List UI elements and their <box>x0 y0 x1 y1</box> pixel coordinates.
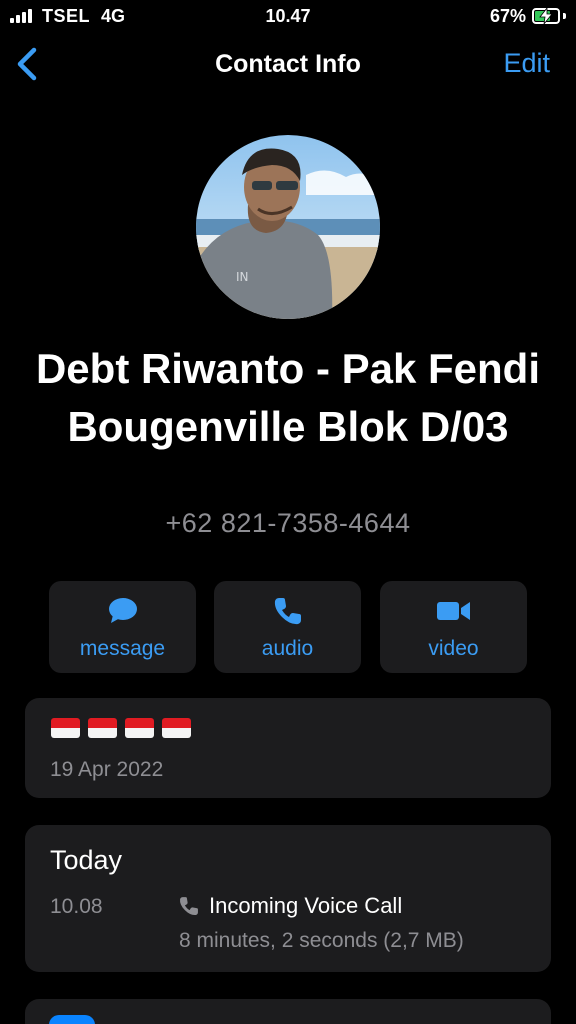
indonesia-flag-icon <box>162 718 191 738</box>
battery-cap <box>563 13 566 19</box>
profile-photo: IN <box>196 135 380 319</box>
phone-icon <box>274 598 301 625</box>
video-label: video <box>428 637 479 660</box>
page-title: Contact Info <box>215 50 361 78</box>
battery-percent: 67% <box>489 6 526 26</box>
charging-bolt-icon <box>539 8 553 24</box>
audio-call-button[interactable]: audio <box>214 581 361 673</box>
message-label: message <box>79 637 166 660</box>
battery-icon <box>532 8 560 24</box>
phone-icon <box>179 897 198 916</box>
message-button[interactable]: message <box>49 581 196 673</box>
call-history-card: Today 10.08 Incoming Voice Call 8 minute… <box>25 825 551 972</box>
edit-button[interactable]: Edit <box>503 48 550 79</box>
video-camera-icon <box>436 602 470 620</box>
video-call-button[interactable]: video <box>380 581 527 673</box>
audio-label: audio <box>261 637 314 660</box>
next-section-card[interactable] <box>25 999 551 1024</box>
indonesia-flag-icon <box>88 718 117 738</box>
svg-text:IN: IN <box>236 270 249 284</box>
call-history-heading: Today <box>50 845 123 875</box>
about-text <box>51 718 191 738</box>
status-bar: TSEL 4G 10.47 67% <box>0 0 576 32</box>
message-bubble-icon <box>108 598 137 623</box>
avatar[interactable]: IN <box>196 135 380 319</box>
contact-info-screen: TSEL 4G 10.47 67% Contact Info Edit IN D… <box>0 0 576 1024</box>
contact-name: Debt Riwanto - Pak Fendi Bougenville Blo… <box>35 345 541 450</box>
media-icon <box>49 1015 95 1024</box>
call-detail: 8 minutes, 2 seconds (2,7 MB) <box>179 929 464 952</box>
about-date: 19 Apr 2022 <box>50 758 164 781</box>
indonesia-flag-icon <box>125 718 154 738</box>
call-type: Incoming Voice Call <box>209 893 403 918</box>
contact-phone-number[interactable]: +62 821-7358-4644 <box>0 508 576 539</box>
indonesia-flag-icon <box>51 718 80 738</box>
about-card[interactable]: 19 Apr 2022 <box>25 698 551 798</box>
call-time: 10.08 <box>50 895 103 918</box>
